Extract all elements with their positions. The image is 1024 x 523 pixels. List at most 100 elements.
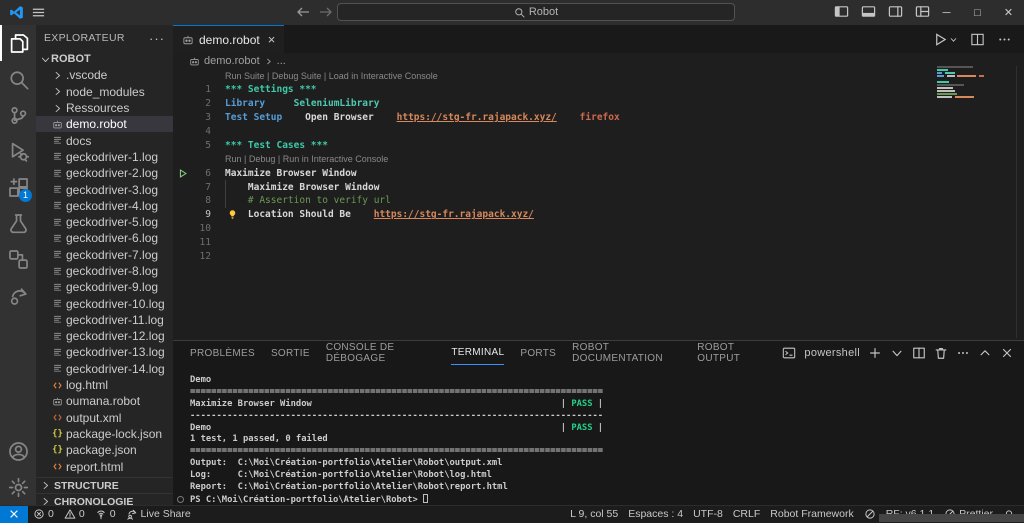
ellipsis-icon[interactable] <box>956 346 970 360</box>
activity-account[interactable] <box>0 433 36 469</box>
nav-forward-icon[interactable] <box>318 4 334 20</box>
codelens-row[interactable]: Run | Debug | Run in Interactive Console <box>173 152 1024 166</box>
panel-tab-console-de-débogage[interactable]: CONSOLE DE DÉBOGAGE <box>326 341 436 365</box>
panel-tab-sortie[interactable]: SORTIE <box>271 341 310 365</box>
tree-item-Ressources[interactable]: Ressources <box>36 100 173 116</box>
tree-item-geckodriver-7.log[interactable]: geckodriver-7.log <box>36 247 173 263</box>
command-decoration[interactable] <box>177 495 184 503</box>
activity-settings[interactable] <box>0 469 36 505</box>
tree-item-package-lock.json[interactable]: {} package-lock.json <box>36 426 173 442</box>
tree-item-package.json[interactable]: {} package.json <box>36 442 173 458</box>
activity-search[interactable] <box>0 61 36 97</box>
tree-item-demo.robot[interactable]: demo.robot <box>36 116 173 133</box>
tree-item-oumana.robot[interactable]: oumana.robot <box>36 393 173 409</box>
code-line[interactable]: 7 Maximize Browser Window <box>173 180 1024 195</box>
status-indentation[interactable]: Espaces : 4 <box>623 506 688 523</box>
code-line[interactable]: 9 Location Should Be https://stg-fr.raja… <box>173 208 1024 222</box>
chevron-down-icon[interactable] <box>890 346 904 360</box>
panel-tab-problèmes[interactable]: PROBLÈMES <box>190 341 255 365</box>
panel-tab-ports[interactable]: PORTS <box>520 341 556 365</box>
layout-customize-icon[interactable] <box>915 4 930 19</box>
tree-item-.vscode[interactable]: .vscode <box>36 67 173 83</box>
status-live-share[interactable]: Live Share <box>121 506 196 523</box>
layout-sidebar-left-icon[interactable] <box>834 4 849 19</box>
status-encoding[interactable]: UTF-8 <box>688 506 728 523</box>
tree-item-geckodriver-10.log[interactable]: geckodriver-10.log <box>36 295 173 311</box>
layout-panel-icon[interactable] <box>861 4 876 19</box>
tree-item-output.xml[interactable]: output.xml <box>36 410 173 426</box>
panel-tab-robot-documentation[interactable]: ROBOT DOCUMENTATION <box>572 341 681 365</box>
code-line[interactable]: 6 Maximize Browser Window <box>173 166 1024 180</box>
status-feedback[interactable] <box>859 506 881 523</box>
activity-live-share[interactable] <box>0 277 36 313</box>
tree-item-geckodriver-5.log[interactable]: geckodriver-5.log <box>36 214 173 230</box>
maximize-icon[interactable]: □ <box>962 0 993 25</box>
activity-explorer[interactable] <box>0 25 36 61</box>
tree-item-geckodriver-11.log[interactable]: geckodriver-11.log <box>36 312 173 328</box>
code-line[interactable]: 8 # Assertion to verify url <box>173 194 1024 208</box>
tree-item-geckodriver-14.log[interactable]: geckodriver-14.log <box>36 361 173 377</box>
run-robot-file-button[interactable] <box>933 32 958 47</box>
nav-back-icon[interactable] <box>295 4 311 20</box>
split-icon[interactable] <box>912 346 926 360</box>
plus-icon[interactable] <box>868 346 882 360</box>
trash-icon[interactable] <box>934 346 948 360</box>
status-warnings[interactable]: 0 <box>59 506 90 523</box>
run-test-icon[interactable] <box>177 168 188 179</box>
codelens-row[interactable]: Run Suite | Debug Suite | Load in Intera… <box>173 69 1024 83</box>
status-language-mode[interactable]: Robot Framework <box>765 506 858 523</box>
scrollbar-track[interactable] <box>1016 66 1017 338</box>
minimap[interactable] <box>937 66 991 108</box>
tree-item-geckodriver-9.log[interactable]: geckodriver-9.log <box>36 279 173 295</box>
status-ports-forwarded[interactable]: 0 <box>90 506 121 523</box>
section-structure[interactable]: STRUCTURE <box>36 477 173 493</box>
status-eol[interactable]: CRLF <box>728 506 765 523</box>
code-line[interactable]: 5 *** Test Cases *** <box>173 138 1024 152</box>
tree-item-geckodriver-2.log[interactable]: geckodriver-2.log <box>36 165 173 181</box>
tree-item-geckodriver-1.log[interactable]: geckodriver-1.log <box>36 149 173 165</box>
tree-item-geckodriver-3.log[interactable]: geckodriver-3.log <box>36 181 173 197</box>
tree-item-geckodriver-4.log[interactable]: geckodriver-4.log <box>36 198 173 214</box>
code-line[interactable]: 10 <box>173 222 1024 236</box>
tree-item-geckodriver-6.log[interactable]: geckodriver-6.log <box>36 230 173 246</box>
command-center-search[interactable]: Robot <box>337 3 735 21</box>
tree-item-log.html[interactable]: log.html <box>36 377 173 393</box>
activity-extensions[interactable]: 1 <box>0 169 36 205</box>
activity-source-control[interactable] <box>0 97 36 133</box>
status-errors[interactable]: 0 <box>28 506 59 523</box>
panel-tab-robot-output[interactable]: ROBOT OUTPUT <box>697 341 766 365</box>
tree-item-geckodriver-13.log[interactable]: geckodriver-13.log <box>36 344 173 360</box>
chevron-up-icon[interactable] <box>978 346 992 360</box>
shell-label[interactable]: powershell <box>804 347 860 359</box>
code-line[interactable]: 3 Test Setup Open Browser https://stg-fr.… <box>173 111 1024 125</box>
tree-root-robot[interactable]: ROBOT <box>36 51 173 67</box>
minimize-icon[interactable]: ─ <box>931 0 962 25</box>
more-actions-icon[interactable] <box>997 32 1012 47</box>
status-remote-indicator[interactable] <box>0 505 28 523</box>
layout-sidebar-right-icon[interactable] <box>888 4 903 19</box>
activity-run-debug[interactable] <box>0 133 36 169</box>
breadcrumb[interactable]: demo.robot ... <box>173 53 1024 69</box>
tab-demo-robot[interactable]: demo.robot × <box>173 25 285 53</box>
activity-testing[interactable] <box>0 205 36 241</box>
lightbulb-icon[interactable] <box>227 209 238 220</box>
code-line[interactable]: 12 <box>173 250 1024 264</box>
tree-item-geckodriver-12.log[interactable]: geckodriver-12.log <box>36 328 173 344</box>
code-line[interactable]: 2 Library SeleniumLibrary <box>173 97 1024 111</box>
tree-item-report.html[interactable]: report.html <box>36 458 173 474</box>
explorer-more-actions[interactable]: ··· <box>149 31 165 46</box>
close-icon[interactable]: ✕ <box>993 0 1024 25</box>
terminal-content[interactable]: Demo ====================================… <box>173 375 1024 506</box>
panel-tab-terminal[interactable]: TERMINAL <box>451 341 505 365</box>
code-line[interactable]: 1 *** Settings *** <box>173 83 1024 97</box>
close-icon[interactable] <box>1000 346 1014 360</box>
status-cursor-position[interactable]: L 9, col 55 <box>565 506 623 523</box>
activity-references[interactable] <box>0 241 36 277</box>
tree-item-node_modules[interactable]: node_modules <box>36 84 173 100</box>
code-line[interactable]: 4 <box>173 125 1024 139</box>
menu-hamburger-icon[interactable] <box>31 5 46 20</box>
code-line[interactable]: 11 <box>173 236 1024 250</box>
split-editor-icon[interactable] <box>970 32 985 47</box>
tree-item-docs[interactable]: docs <box>36 132 173 148</box>
tab-close-icon[interactable]: × <box>268 32 276 47</box>
